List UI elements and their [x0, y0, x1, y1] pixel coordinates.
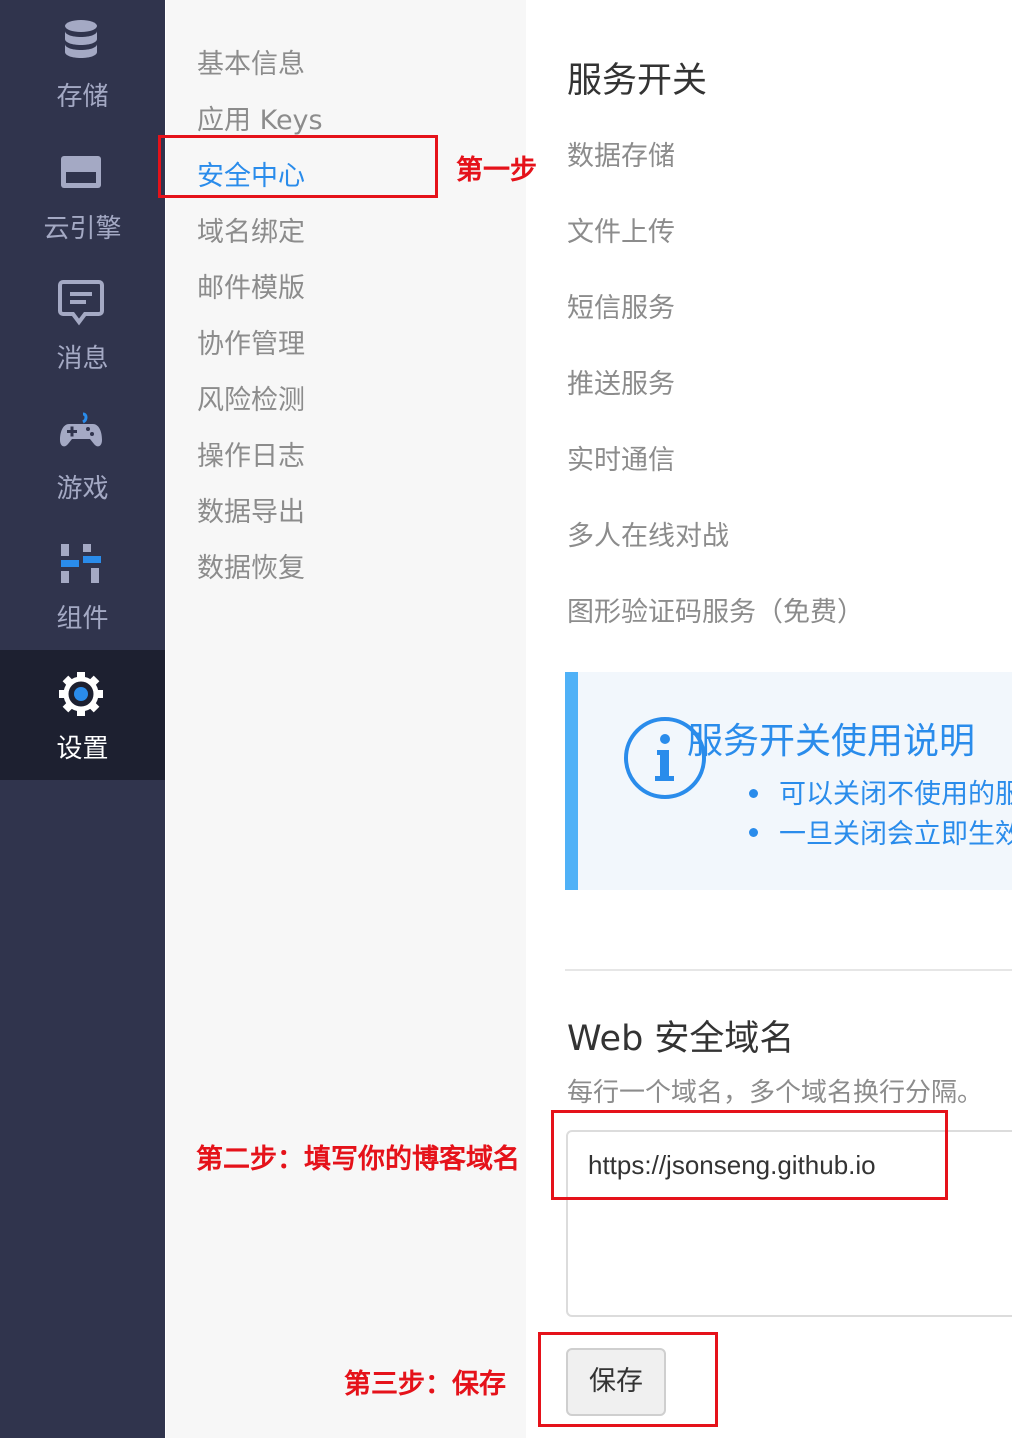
nav-item-game[interactable]: 游戏 — [0, 390, 165, 520]
settings-submenu: 基本信息 应用 Keys 安全中心 域名绑定 邮件模版 协作管理 风险检测 操作… — [166, 0, 526, 1438]
nav-label: 消息 — [56, 344, 109, 374]
submenu-item-domain-binding[interactable]: 域名绑定 — [197, 210, 305, 249]
annotation-box-step2 — [551, 1110, 948, 1200]
annotation-step2: 第二步：填写你的博客域名 — [196, 1144, 520, 1175]
annotation-step1: 第一步 — [456, 155, 537, 186]
service-row-realtime: 实时通信 — [567, 445, 675, 476]
info-bullet-2: 一旦关闭会立即生效 — [779, 819, 1012, 850]
service-row-file-upload: 文件上传 — [567, 217, 675, 248]
annotation-box-step3 — [538, 1332, 718, 1427]
service-row-push: 推送服务 — [567, 369, 675, 400]
service-row-captcha: 图形验证码服务（免费） — [567, 597, 864, 628]
info-bullet-1: 可以关闭不使用的服务 — [779, 779, 1012, 810]
gear-icon — [59, 672, 103, 716]
nav-label: 云引擎 — [43, 214, 122, 244]
nav-item-components[interactable]: 组件 — [0, 520, 165, 650]
submenu-item-basic-info[interactable]: 基本信息 — [197, 42, 305, 81]
nav-label: 设置 — [56, 734, 109, 764]
database-icon — [65, 20, 97, 58]
submenu-item-email-templates[interactable]: 邮件模版 — [197, 266, 305, 305]
gamepad-icon — [60, 412, 102, 447]
components-icon — [61, 544, 101, 583]
nav-label: 游戏 — [56, 474, 109, 504]
annotation-box-step1 — [158, 135, 438, 198]
bullet-dot — [749, 828, 758, 837]
submenu-item-app-keys[interactable]: 应用 Keys — [197, 98, 323, 137]
submenu-item-operation-log[interactable]: 操作日志 — [197, 434, 305, 473]
server-icon — [61, 156, 101, 188]
nav-label: 存储 — [56, 82, 109, 112]
nav-item-cloud-engine[interactable]: 云引擎 — [0, 130, 165, 260]
web-domain-hint: 每行一个域名，多个域名换行分隔。 — [567, 1078, 984, 1108]
nav-item-storage[interactable]: 存储 — [0, 0, 165, 130]
nav-label: 组件 — [56, 604, 109, 634]
chat-icon — [58, 280, 104, 326]
submenu-item-collaboration[interactable]: 协作管理 — [197, 322, 305, 361]
service-row-multiplayer: 多人在线对战 — [567, 521, 729, 552]
web-domain-title: Web 安全域名 — [567, 1019, 795, 1059]
service-row-sms: 短信服务 — [567, 293, 675, 324]
section-divider — [565, 969, 1012, 971]
left-nav: 存储 云引擎 消息 游戏 组件 设置 — [0, 0, 165, 1438]
submenu-item-data-restore[interactable]: 数据恢复 — [197, 546, 305, 585]
main-content: 服务开关 数据存储 文件上传 短信服务 推送服务 实时通信 多人在线对战 图形验… — [527, 0, 1012, 1438]
annotation-step3: 第三步：保存 — [344, 1369, 506, 1400]
submenu-item-data-export[interactable]: 数据导出 — [197, 490, 305, 529]
nav-item-settings[interactable]: 设置 — [0, 650, 165, 780]
info-box-title: 服务开关使用说明 — [687, 721, 976, 762]
submenu-item-risk-detection[interactable]: 风险检测 — [197, 378, 305, 417]
service-switch-title: 服务开关 — [567, 61, 708, 101]
bullet-dot — [749, 789, 758, 798]
service-row-data-storage: 数据存储 — [567, 141, 675, 172]
nav-item-message[interactable]: 消息 — [0, 260, 165, 390]
